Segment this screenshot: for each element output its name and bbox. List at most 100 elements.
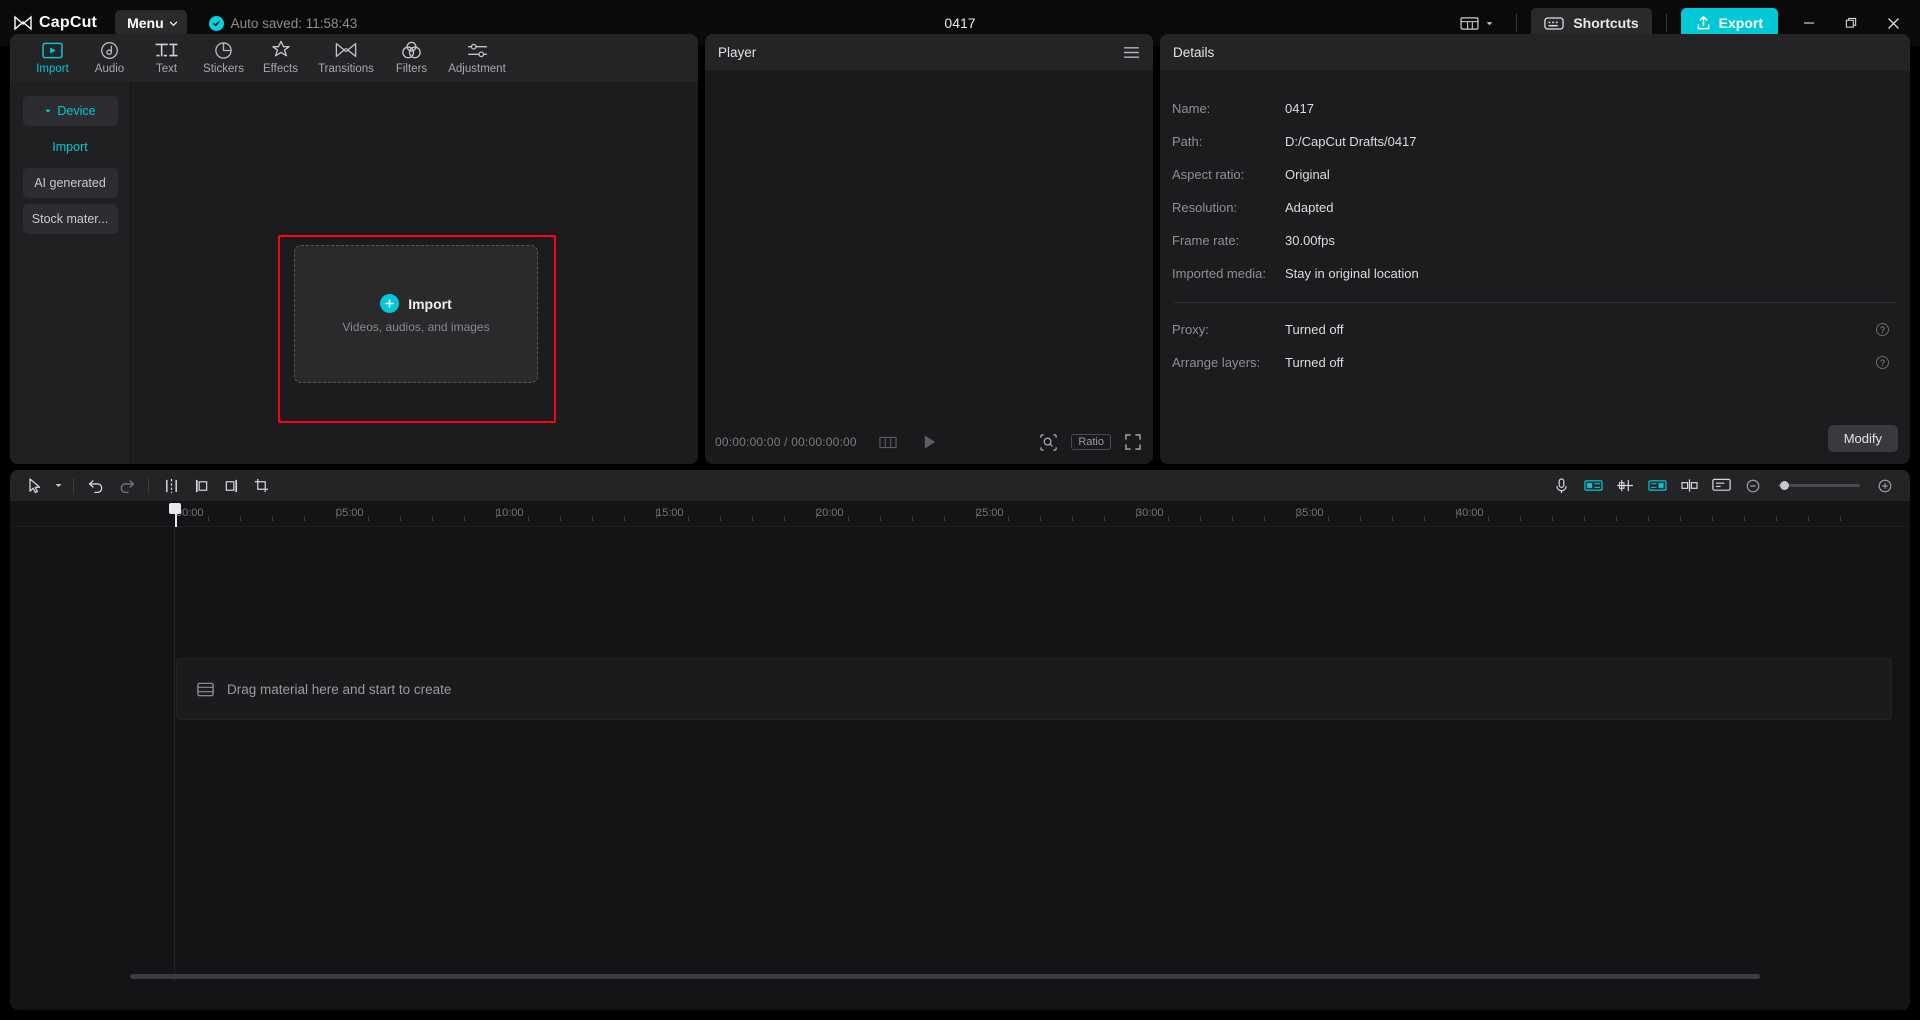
trim-left-button[interactable] [186,473,216,498]
ruler-ticks: 00:00 05:00 10:00 15:00 20:00 25:00 30:0… [10,501,1910,527]
detail-value: 0417 [1285,101,1314,116]
menu-label: Menu [127,15,164,31]
tab-label: Audio [95,63,124,75]
freeze-button[interactable] [1642,473,1672,498]
help-circle-icon[interactable]: ? [1876,323,1889,336]
split-button[interactable] [156,473,186,498]
tab-transitions[interactable]: Transitions [309,34,383,75]
zoom-slider-handle[interactable] [1780,481,1789,490]
detail-value: Turned off [1285,355,1344,370]
source-item-import[interactable]: Import [23,132,118,162]
tab-adjustment[interactable]: Adjustment [440,34,514,75]
details-body: Name: 0417 Path: D:/CapCut Drafts/0417 A… [1160,70,1910,464]
detail-value: 30.00fps [1285,233,1335,248]
plus-circle-icon [380,294,399,313]
tab-label: Adjustment [448,63,506,75]
modify-button[interactable]: Modify [1828,425,1898,452]
keyboard-icon [1544,16,1564,31]
ratio-button[interactable]: Ratio [1071,434,1111,450]
export-label: Export [1719,15,1763,31]
magnifier-fit-icon[interactable] [1040,434,1057,451]
menu-button[interactable]: Menu [115,10,187,36]
timeline-dropzone[interactable]: Drag material here and start to create [176,658,1892,720]
detail-label: Arrange layers: [1172,355,1285,370]
detail-row-aspect-ratio: Aspect ratio: Original [1172,158,1898,191]
source-item-ai-generated[interactable]: AI generated [23,168,118,198]
library-tabstrip: Import Audio Text [10,34,698,82]
import-dropzone[interactable]: Import Videos, audios, and images [294,245,538,383]
fullscreen-icon[interactable] [1125,434,1141,450]
redo-button[interactable] [111,473,141,498]
source-label: Device [57,104,95,118]
check-circle-icon [209,16,224,31]
layout-grid-icon [1460,16,1479,31]
zoom-slider[interactable] [1778,484,1860,487]
filters-circles-icon [401,40,422,60]
tab-effects[interactable]: Effects [252,34,309,75]
ruler-tick: 05:00 [336,507,364,519]
ruler-tick: 20:00 [816,507,844,519]
tab-filters[interactable]: Filters [383,34,440,75]
app-logo: CapCut [14,14,97,32]
caption-button[interactable] [1706,473,1736,498]
hamburger-menu-icon[interactable] [1123,46,1140,59]
source-label: Stock mater... [32,212,108,226]
source-item-device[interactable]: Device [23,96,118,126]
frames-icon[interactable] [879,436,897,449]
help-circle-icon[interactable]: ? [1876,356,1889,369]
detail-value: Turned off [1285,322,1344,337]
select-tool-caret[interactable] [50,473,66,498]
select-tool[interactable] [20,473,50,498]
music-note-icon [100,40,119,60]
source-item-stock-materials[interactable]: Stock mater... [23,204,118,234]
player-header: Player [705,34,1153,70]
media-browser-area: Import Videos, audios, and images [131,82,698,464]
detail-value: D:/CapCut Drafts/0417 [1285,134,1417,149]
source-list: Device Import AI generated Stock mater..… [10,82,131,464]
timeline-tracks[interactable]: Drag material here and start to create [10,527,1910,982]
tab-label: Transitions [318,63,374,75]
layout-switch-button[interactable] [1452,12,1502,35]
player-timecode: 00:00:00:00 / 00:00:00:00 [715,435,857,449]
sliders-icon [467,40,488,60]
dropzone-title: Import [408,296,452,312]
adjust-button[interactable] [1610,473,1640,498]
detail-label: Aspect ratio: [1172,167,1285,182]
detail-label: Imported media: [1172,266,1285,281]
scrollbar-thumb[interactable] [130,974,1760,979]
ruler-tick: 25:00 [976,507,1004,519]
zoom-in-button[interactable] [1870,473,1900,498]
timeline-ruler[interactable]: 00:00 05:00 10:00 15:00 20:00 25:00 30:0… [10,501,1910,527]
cut-button[interactable] [1674,473,1704,498]
detail-label: Resolution: [1172,200,1285,215]
timeline-horizontal-scrollbar[interactable] [10,973,1910,980]
autosave-label: Auto saved: 11:58:43 [231,16,358,31]
timeline-toolbar [10,470,1910,501]
zoom-out-button[interactable] [1738,473,1768,498]
detail-row-resolution: Resolution: Adapted [1172,191,1898,224]
chevron-down-icon [1485,19,1494,28]
crop-button[interactable] [246,473,276,498]
tab-import[interactable]: Import [24,34,81,75]
ruler-tick: 15:00 [656,507,684,519]
source-label: AI generated [34,176,106,190]
tab-stickers[interactable]: Stickers [195,34,252,75]
dropzone-title-row: Import [380,294,452,313]
detail-row-imported-media: Imported media: Stay in original locatio… [1172,257,1898,290]
tab-audio[interactable]: Audio [81,34,138,75]
media-placeholder-icon [197,682,214,697]
mirror-button[interactable] [1578,473,1608,498]
tab-text[interactable]: Text [138,34,195,75]
record-voiceover-button[interactable] [1546,473,1576,498]
tab-label: Text [156,63,177,75]
play-icon[interactable] [922,434,937,450]
detail-row-proxy: Proxy: Turned off ? [1172,313,1898,346]
sparkle-star-icon [271,40,291,60]
undo-button[interactable] [81,473,111,498]
player-right-controls: Ratio [1040,420,1141,464]
details-title: Details [1173,45,1214,60]
player-canvas[interactable] [705,70,1153,420]
trim-right-button[interactable] [216,473,246,498]
ruler-tick: 30:00 [1136,507,1164,519]
details-header: Details [1160,34,1910,70]
